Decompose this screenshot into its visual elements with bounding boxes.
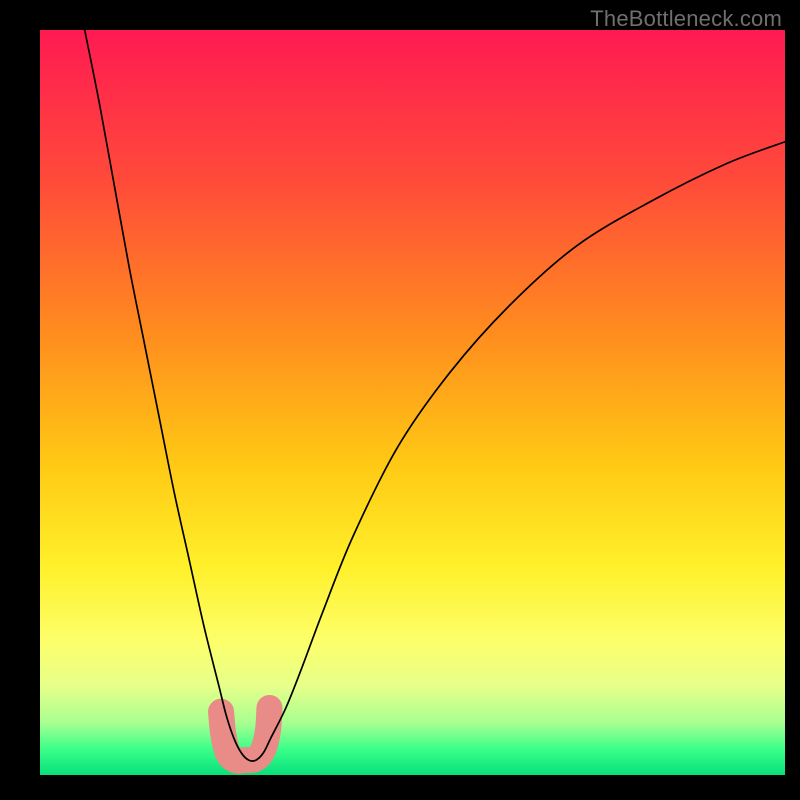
curve-line xyxy=(85,30,785,761)
chart-frame: TheBottleneck.com xyxy=(0,0,800,800)
watermark-text: TheBottleneck.com xyxy=(590,6,782,32)
optimal-range-highlight xyxy=(221,708,269,761)
plot-area xyxy=(40,30,785,775)
bottleneck-curve xyxy=(40,30,785,775)
